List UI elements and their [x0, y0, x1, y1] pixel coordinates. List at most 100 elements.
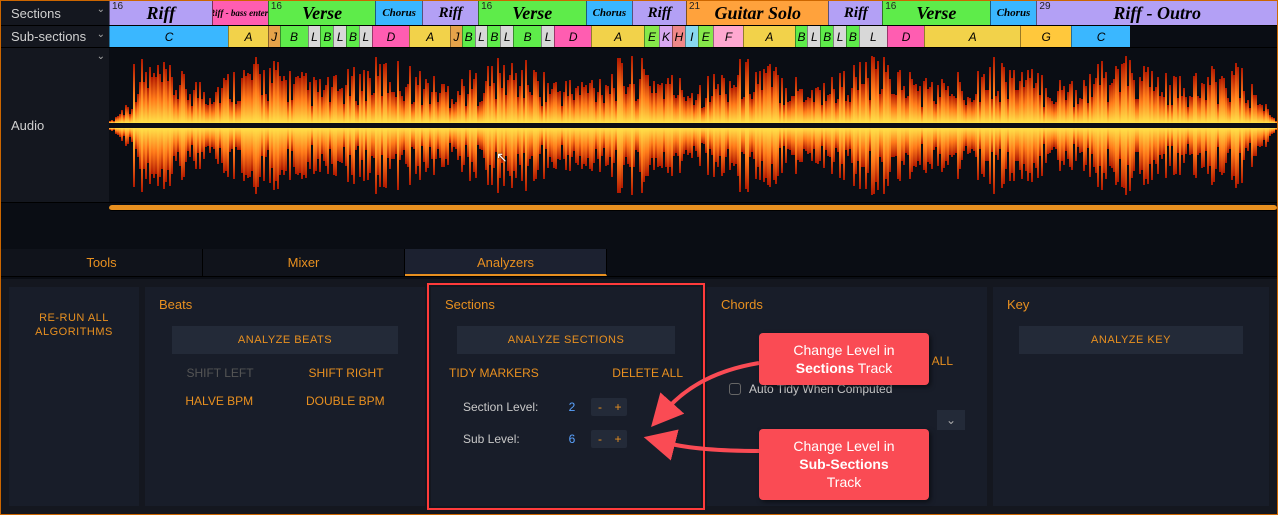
- halve-bpm-button[interactable]: HALVE BPM: [185, 394, 253, 408]
- subsection-block[interactable]: E: [644, 26, 659, 47]
- subsection-block[interactable]: B: [487, 26, 500, 47]
- rerun-panel: RE-RUN ALL ALGORITHMS: [9, 287, 139, 506]
- subsection-block[interactable]: A: [409, 26, 450, 47]
- panel-title: Key: [1007, 297, 1255, 312]
- subsection-block[interactable]: A: [743, 26, 794, 47]
- subsection-block[interactable]: I: [685, 26, 698, 47]
- subsection-block[interactable]: L: [333, 26, 346, 47]
- bottom-tab-bar: Tools Mixer Analyzers: [1, 249, 1277, 277]
- section-number: 16: [112, 1, 123, 12]
- annotation-arrow-icon: [659, 421, 759, 474]
- shift-right-button[interactable]: SHIFT RIGHT: [308, 366, 383, 380]
- chevron-down-icon[interactable]: ⌄: [97, 51, 105, 62]
- subsection-block[interactable]: L: [308, 26, 321, 47]
- subsection-block[interactable]: A: [591, 26, 644, 47]
- chords-delete-all-button[interactable]: ALL: [932, 354, 953, 368]
- annotation-callout-sections: Change Level in Sections Track: [759, 333, 929, 385]
- subsection-block[interactable]: K: [659, 26, 672, 47]
- chevron-down-icon: ⌄: [946, 413, 956, 427]
- section-block[interactable]: Chorus: [990, 1, 1037, 25]
- analyze-beats-button[interactable]: ANALYZE BEATS: [172, 326, 399, 354]
- section-block[interactable]: Verse16: [268, 1, 375, 25]
- track-label-subsections[interactable]: Sub-sections ⌄: [1, 26, 109, 48]
- subsection-block[interactable]: B: [346, 26, 359, 47]
- section-block[interactable]: Verse16: [478, 1, 585, 25]
- section-block[interactable]: Riff16: [109, 1, 212, 25]
- sub-level-row: Sub Level: 6 - +: [445, 430, 687, 448]
- subsection-block[interactable]: B: [462, 26, 475, 47]
- section-block[interactable]: Guitar Solo21: [686, 1, 828, 25]
- horizontal-scrollbar[interactable]: [109, 205, 1277, 211]
- panel-title: Chords: [721, 297, 973, 312]
- section-block[interactable]: Riff: [828, 1, 882, 25]
- double-bpm-button[interactable]: DOUBLE BPM: [306, 394, 385, 408]
- section-number: 16: [885, 1, 896, 12]
- subsection-block[interactable]: C: [109, 26, 228, 47]
- shift-left-button[interactable]: SHIFT LEFT: [186, 366, 253, 380]
- section-level-minus-button[interactable]: -: [591, 398, 609, 416]
- section-block[interactable]: Riff: [632, 1, 686, 25]
- subsection-block[interactable]: L: [807, 26, 820, 47]
- section-level-stepper: - +: [591, 398, 627, 416]
- section-block[interactable]: Chorus: [375, 1, 422, 25]
- panel-title: Beats: [159, 297, 411, 312]
- analyze-sections-button[interactable]: ANALYZE SECTIONS: [457, 326, 675, 354]
- subsection-block[interactable]: B: [846, 26, 859, 47]
- subsection-block[interactable]: B: [795, 26, 808, 47]
- beats-panel: Beats ANALYZE BEATS SHIFT LEFT SHIFT RIG…: [145, 287, 425, 506]
- section-block[interactable]: Verse16: [882, 1, 989, 25]
- spacer: [1, 203, 109, 211]
- sub-level-plus-button[interactable]: +: [609, 430, 627, 448]
- tidy-markers-button[interactable]: TIDY MARKERS: [449, 366, 539, 380]
- subsection-block[interactable]: D: [554, 26, 591, 47]
- section-block[interactable]: Riff - Outro29: [1036, 1, 1277, 25]
- section-level-plus-button[interactable]: +: [609, 398, 627, 416]
- subsection-block[interactable]: H: [672, 26, 685, 47]
- subsection-block[interactable]: A: [924, 26, 1020, 47]
- subsection-block[interactable]: B: [513, 26, 541, 47]
- label: Sections: [11, 6, 61, 21]
- section-block[interactable]: Chorus: [586, 1, 633, 25]
- subsection-block[interactable]: J: [268, 26, 280, 47]
- subsection-block[interactable]: B: [320, 26, 333, 47]
- subsection-block[interactable]: G: [1020, 26, 1071, 47]
- subsection-block[interactable]: B: [280, 26, 308, 47]
- section-level-label: Section Level:: [463, 400, 553, 414]
- subsection-block[interactable]: F: [713, 26, 743, 47]
- tab-tools[interactable]: Tools: [1, 249, 203, 276]
- subsection-block[interactable]: L: [541, 26, 554, 47]
- analyze-key-button[interactable]: ANALYZE KEY: [1019, 326, 1242, 354]
- tab-analyzers[interactable]: Analyzers: [405, 249, 607, 276]
- subsection-block[interactable]: L: [359, 26, 372, 47]
- subsection-block[interactable]: L: [500, 26, 513, 47]
- tab-mixer[interactable]: Mixer: [203, 249, 405, 276]
- panel-title: Sections: [445, 297, 687, 312]
- section-block[interactable]: Riff: [422, 1, 478, 25]
- track-label-sections[interactable]: Sections ⌄: [1, 1, 109, 26]
- section-level-row: Section Level: 2 - +: [445, 398, 687, 416]
- section-number: 16: [271, 1, 282, 12]
- chords-select-dropdown[interactable]: ⌄: [937, 410, 965, 430]
- sub-level-label: Sub Level:: [463, 432, 553, 446]
- sections-lane[interactable]: Riff16Riff - bass entersVerse16ChorusRif…: [109, 1, 1277, 26]
- subsection-block[interactable]: B: [820, 26, 833, 47]
- subsection-block[interactable]: L: [475, 26, 488, 47]
- sub-level-stepper: - +: [591, 430, 627, 448]
- spacer: [607, 249, 1277, 276]
- track-label-audio[interactable]: Audio ⌄: [1, 48, 109, 203]
- audio-waveform[interactable]: [109, 48, 1277, 203]
- subsection-block[interactable]: C: [1071, 26, 1129, 47]
- subsection-block[interactable]: D: [887, 26, 924, 47]
- subsection-block[interactable]: E: [698, 26, 713, 47]
- subsection-block[interactable]: D: [372, 26, 409, 47]
- section-block[interactable]: Riff - bass enters: [212, 1, 268, 25]
- subsections-lane[interactable]: CAJBLBLBLDAJBLBLBLDAEKHIEFABLBLBLDAGC: [109, 26, 1277, 48]
- subsection-block[interactable]: J: [450, 26, 462, 47]
- subsection-block[interactable]: A: [228, 26, 268, 47]
- rerun-all-button[interactable]: RE-RUN ALL ALGORITHMS: [23, 305, 125, 346]
- chevron-down-icon[interactable]: ⌄: [97, 4, 105, 15]
- subsection-block[interactable]: L: [859, 26, 887, 47]
- subsection-block[interactable]: L: [833, 26, 846, 47]
- chevron-down-icon[interactable]: ⌄: [97, 29, 105, 40]
- sub-level-minus-button[interactable]: -: [591, 430, 609, 448]
